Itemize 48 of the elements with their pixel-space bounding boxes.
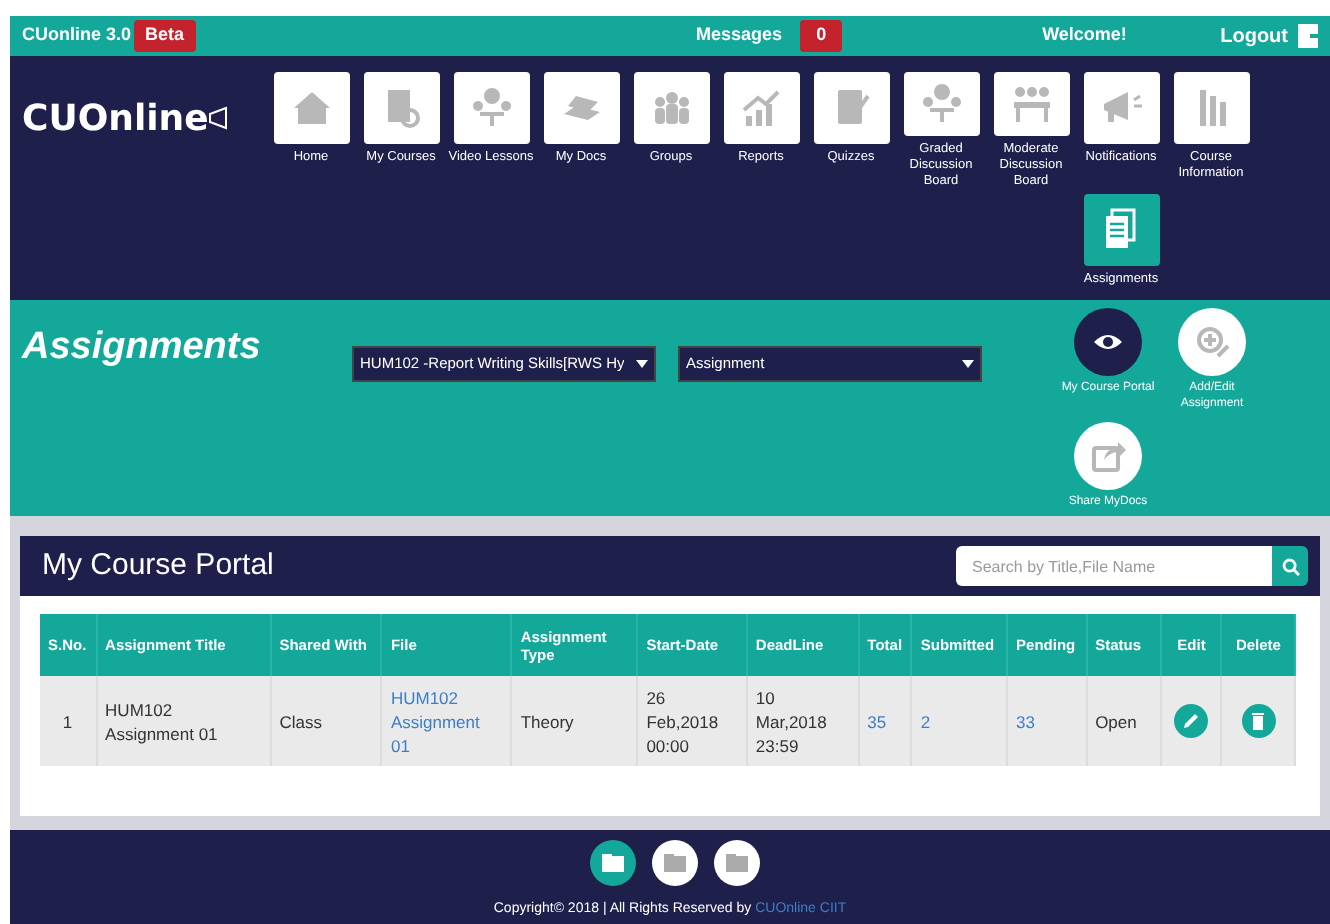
dropdown-caret-icon xyxy=(962,360,974,368)
nav-tile[interactable] xyxy=(903,72,979,136)
search-icon xyxy=(1281,557,1299,575)
dropdown-caret-icon xyxy=(636,360,648,368)
pencil-icon xyxy=(1182,712,1201,730)
welcome-text: Welcome! xyxy=(1042,22,1127,49)
messages-count: 0 xyxy=(800,20,843,52)
nav-tile[interactable] xyxy=(273,72,349,144)
search-button[interactable] xyxy=(1272,546,1308,586)
delete-button[interactable] xyxy=(1241,704,1276,738)
footer-button[interactable] xyxy=(651,840,697,886)
nav-tile[interactable] xyxy=(723,72,799,144)
table-cell: 26 Feb,2018 00:00 xyxy=(637,676,747,766)
nav-tile[interactable] xyxy=(1083,72,1159,144)
add-edit-icon xyxy=(1192,322,1232,362)
table-cell: HUM102 Assignment 01 xyxy=(96,676,271,766)
nav-tile[interactable] xyxy=(1173,72,1249,144)
logo[interactable]: CUOnline xyxy=(22,92,209,146)
table-cell: Class xyxy=(270,676,382,766)
folder-icon xyxy=(601,854,623,872)
footer-button[interactable] xyxy=(589,840,635,886)
panel-title: My Course Portal xyxy=(42,545,274,586)
folder-icon xyxy=(725,854,747,872)
nav-tile[interactable] xyxy=(543,72,619,144)
table-link[interactable]: 33 xyxy=(1007,676,1087,766)
nav-tile[interactable] xyxy=(453,72,529,144)
nav-tile[interactable] xyxy=(1083,194,1159,266)
search-field[interactable]: Search by Title,File Name xyxy=(956,546,1272,586)
page-title: Assignments xyxy=(19,324,263,372)
table-cell: 10 Mar,2018 23:59 xyxy=(746,676,859,766)
share-icon xyxy=(1088,436,1128,476)
meeting-icon xyxy=(917,80,965,128)
table-cell: 1 xyxy=(40,676,97,766)
beta-badge: Beta xyxy=(133,20,197,52)
nav-tile[interactable] xyxy=(363,72,439,144)
footer-button[interactable] xyxy=(713,840,759,886)
edit-button[interactable] xyxy=(1174,704,1209,738)
nav-tile[interactable] xyxy=(633,72,709,144)
app-name: CUonline 3.0 xyxy=(22,22,132,49)
action-button[interactable] xyxy=(1074,308,1142,376)
meeting-icon xyxy=(467,84,515,132)
table-cell: Theory xyxy=(511,676,638,766)
nav-tile[interactable] xyxy=(993,72,1069,136)
nav-tile[interactable] xyxy=(813,72,889,144)
folder-icon xyxy=(663,854,685,872)
table-link[interactable]: 35 xyxy=(858,676,912,766)
trash-icon xyxy=(1250,712,1267,730)
table-link[interactable]: HUM102 Assignment 01 xyxy=(381,676,512,766)
